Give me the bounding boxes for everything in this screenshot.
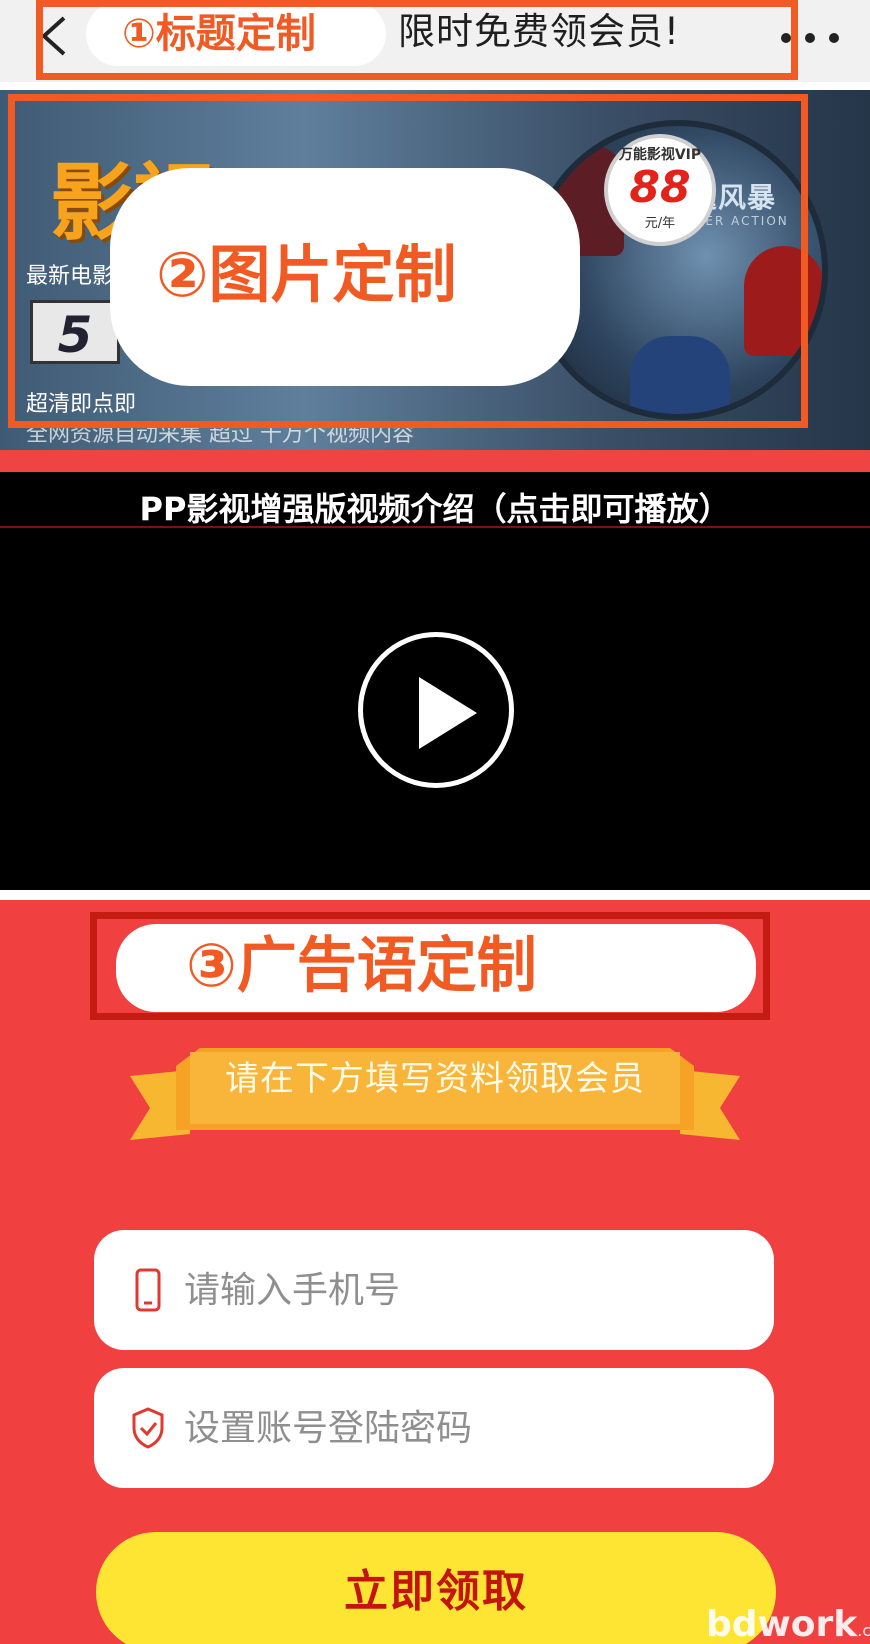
watermark-suffix: .com [857, 1621, 870, 1640]
video-player[interactable]: PP影视增强版视频介绍（点击即可播放） [0, 472, 870, 890]
play-icon [419, 677, 477, 749]
password-input[interactable] [184, 1396, 744, 1460]
video-divider [0, 526, 870, 528]
phone-field-container[interactable] [94, 1230, 774, 1350]
shield-check-icon [130, 1406, 166, 1450]
watermark-text: bdwork [706, 1604, 858, 1644]
video-bottom-gap [0, 890, 870, 900]
phone-icon [130, 1268, 166, 1312]
video-title: PP影视增强版视频介绍（点击即可播放） [139, 490, 731, 528]
ribbon-text: 请在下方填写资料领取会员 [225, 1059, 645, 1099]
slogan-annotation-frame [90, 912, 770, 1020]
title-annotation-frame [36, 0, 798, 80]
password-field-container[interactable] [94, 1368, 774, 1488]
claim-button[interactable]: 立即领取 [96, 1532, 776, 1644]
watermark: bdwork.com [706, 1604, 870, 1644]
image-annotation-frame [8, 94, 808, 428]
phone-input[interactable] [184, 1258, 744, 1322]
play-button[interactable] [358, 632, 514, 788]
